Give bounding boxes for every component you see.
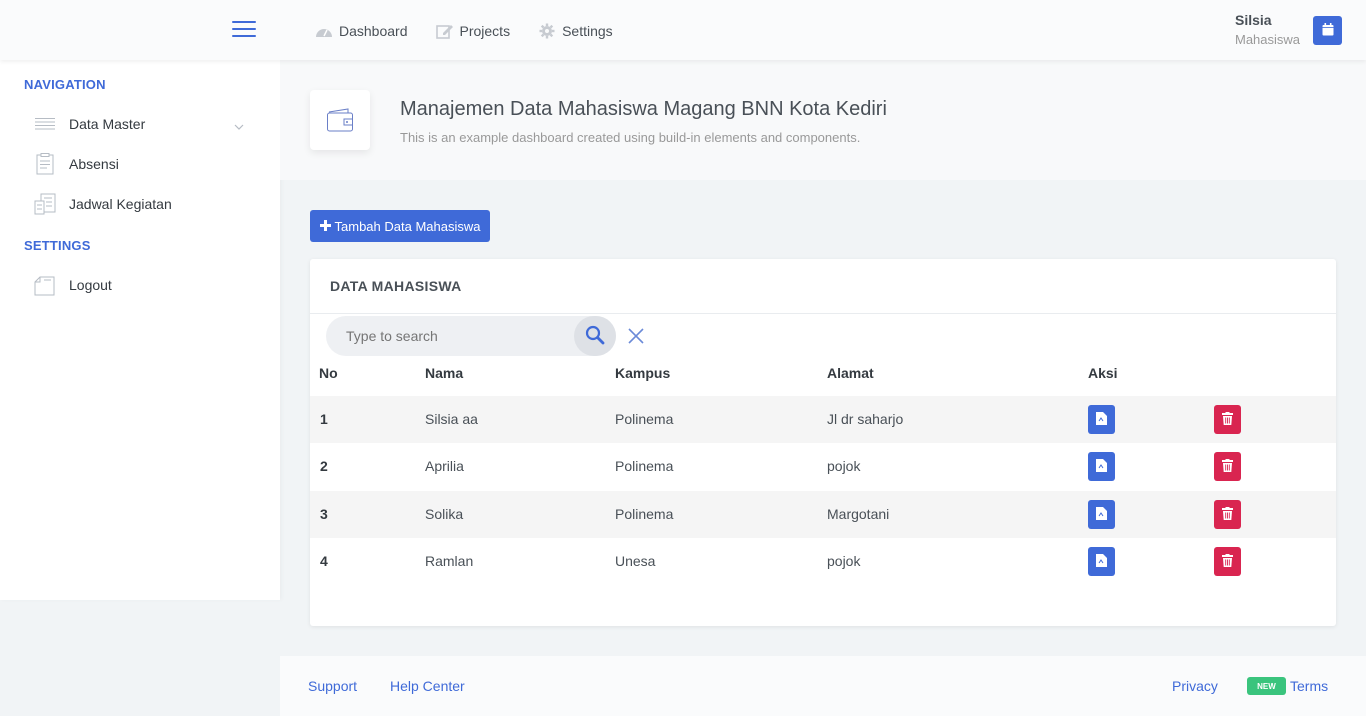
topnav-settings-label: Settings [562, 23, 613, 39]
student-data-card: DATA MAHASISWA No Nama Kampus Alamat Aks… [310, 259, 1336, 626]
search-icon [585, 325, 605, 348]
delete-button[interactable] [1214, 405, 1241, 434]
search-input[interactable] [346, 328, 566, 344]
dashboard-icon [315, 22, 333, 40]
edit-button[interactable] [1088, 452, 1115, 481]
user-info[interactable]: Silsia Mahasiswa [1235, 12, 1300, 47]
cell-alamat: Margotani [827, 506, 890, 522]
plus-icon [319, 219, 331, 234]
clipboard-icon [34, 153, 56, 175]
table-row: 4 Ramlan Unesa pojok [310, 538, 1336, 585]
sidebar-item-absensi[interactable]: Absensi [34, 149, 256, 179]
cell-nama: Silsia aa [425, 411, 478, 427]
cell-no: 4 [320, 553, 328, 569]
footer-privacy-link[interactable]: Privacy [1172, 678, 1218, 694]
cell-kampus: Polinema [615, 411, 674, 427]
delete-button[interactable] [1214, 452, 1241, 481]
delete-button[interactable] [1214, 500, 1241, 529]
gear-icon [538, 22, 556, 40]
cell-kampus: Polinema [615, 506, 674, 522]
schedule-icon [34, 193, 56, 215]
sidebar-item-logout[interactable]: Logout [34, 270, 256, 300]
sidebar-item-label: Jadwal Kegiatan [69, 196, 172, 212]
sidebar-item-label: Absensi [69, 156, 119, 172]
close-icon[interactable] [626, 326, 646, 346]
cell-nama: Ramlan [425, 553, 474, 569]
file-icon [1096, 458, 1107, 475]
sidebar-item-label: Logout [69, 277, 112, 293]
add-student-label: Tambah Data Mahasiswa [334, 218, 481, 234]
column-header-no: No [319, 365, 338, 381]
column-header-kampus: Kampus [615, 365, 671, 381]
delete-button[interactable] [1214, 547, 1241, 576]
sidebar: NAVIGATION Data Master Absensi Jadwal Ke… [0, 60, 280, 600]
table-row: 3 Solika Polinema Margotani [310, 491, 1336, 538]
edit-button[interactable] [1088, 500, 1115, 529]
cell-alamat: Jl dr saharjo [827, 411, 904, 427]
sidebar-item-data-master[interactable]: Data Master [34, 109, 256, 139]
card-title: DATA MAHASISWA [310, 259, 1336, 314]
trash-icon [1222, 553, 1233, 570]
column-header-nama: Nama [425, 365, 464, 381]
top-navigation: Dashboard Projects Settings [315, 20, 613, 42]
new-badge: NEW [1247, 677, 1286, 695]
cell-kampus: Unesa [615, 553, 656, 569]
table-row: 2 Aprilia Polinema pojok [310, 443, 1336, 490]
cell-alamat: pojok [827, 553, 861, 569]
sidebar-item-jadwal-kegiatan[interactable]: Jadwal Kegiatan [34, 189, 256, 219]
logout-icon [34, 274, 56, 296]
column-header-aksi: Aksi [1088, 365, 1118, 381]
edit-button[interactable] [1088, 547, 1115, 576]
user-role: Mahasiswa [1235, 32, 1301, 47]
cell-no: 2 [320, 458, 328, 474]
list-icon [34, 113, 56, 135]
calendar-icon [1322, 22, 1334, 39]
topnav-dashboard-label: Dashboard [339, 23, 408, 39]
footer-support-link[interactable]: Support [308, 678, 357, 694]
chevron-down-icon[interactable] [234, 117, 244, 133]
trash-icon [1222, 411, 1233, 428]
search-box [326, 316, 616, 356]
table-row: 1 Silsia aa Polinema Jl dr saharjo [310, 396, 1336, 443]
edit-icon [435, 22, 454, 40]
cell-nama: Solika [425, 506, 464, 522]
cell-alamat: pojok [827, 458, 861, 474]
cell-nama: Aprilia [425, 458, 464, 474]
topnav-projects[interactable]: Projects [435, 20, 511, 42]
cell-no: 1 [320, 411, 328, 427]
footer-terms-link[interactable]: Terms [1290, 678, 1328, 694]
column-header-alamat: Alamat [827, 365, 874, 381]
topnav-dashboard[interactable]: Dashboard [315, 20, 408, 42]
page-subtitle: This is an example dashboard created usi… [400, 130, 861, 145]
search-button[interactable] [574, 316, 616, 356]
page-title-section: Manajemen Data Mahasiswa Magang BNN Kota… [280, 60, 1366, 180]
sidebar-item-label: Data Master [69, 116, 146, 132]
file-icon [1096, 553, 1107, 570]
cell-kampus: Polinema [615, 458, 674, 474]
page-title: Manajemen Data Mahasiswa Magang BNN Kota… [400, 98, 887, 120]
user-calendar-button[interactable] [1313, 16, 1342, 45]
footer: Support Help Center Privacy NEW Terms [280, 656, 1366, 716]
settings-heading: SETTINGS [24, 238, 91, 253]
edit-button[interactable] [1088, 405, 1115, 434]
app-header: Dashboard Projects Settings Silsia Mahas… [0, 0, 1366, 60]
navigation-heading: NAVIGATION [24, 77, 106, 92]
file-icon [1096, 506, 1107, 523]
trash-icon [1222, 506, 1233, 523]
file-icon [1096, 411, 1107, 428]
topnav-projects-label: Projects [459, 23, 511, 39]
topnav-settings[interactable]: Settings [538, 20, 613, 42]
user-name: Silsia [1235, 12, 1272, 28]
hamburger-menu-icon[interactable] [232, 21, 256, 37]
trash-icon [1222, 458, 1233, 475]
footer-help-center-link[interactable]: Help Center [390, 678, 465, 694]
add-student-button[interactable]: Tambah Data Mahasiswa [310, 210, 490, 242]
table-header: No Nama Kampus Alamat Aksi [310, 365, 1336, 389]
cell-no: 3 [320, 506, 328, 522]
wallet-icon [310, 90, 370, 150]
